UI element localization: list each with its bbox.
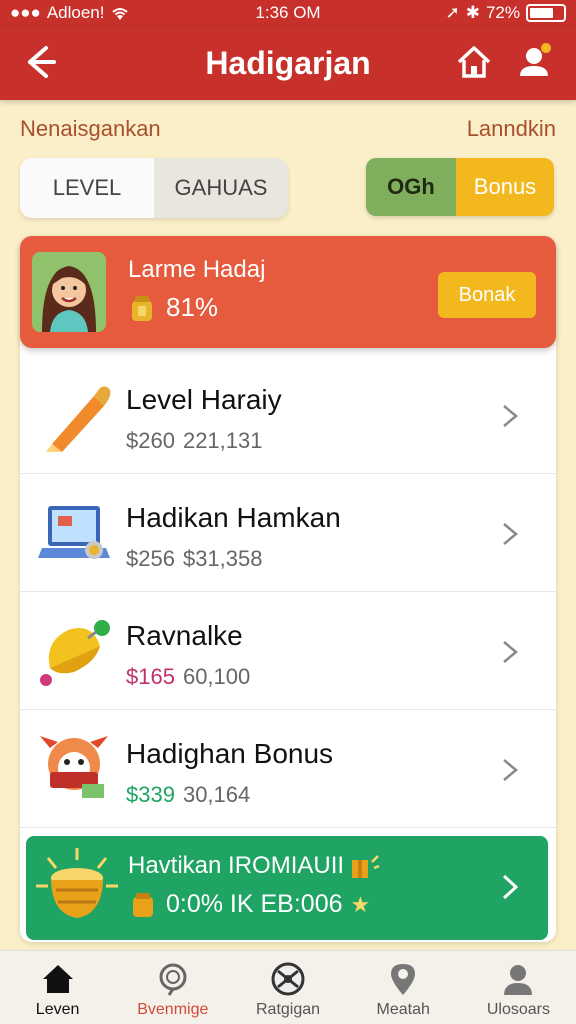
tab-bvenmige[interactable]: Bvenmige bbox=[115, 951, 230, 1024]
promo-title-row: Havtikan IROMIAUII bbox=[128, 852, 380, 880]
tab-label: Leven bbox=[35, 1001, 80, 1018]
treasure-pot-icon bbox=[36, 848, 118, 918]
promo-title: Havtikan IROMIAUII bbox=[128, 852, 345, 879]
chevron-right-icon bbox=[502, 874, 519, 900]
gift-icon bbox=[352, 855, 380, 878]
bell-icon bbox=[40, 620, 110, 686]
list-item[interactable]: Hadighan Bonus $339 30,164 bbox=[20, 710, 556, 828]
battery-percent: 72% bbox=[485, 3, 520, 22]
section-link[interactable]: Lanndkin bbox=[467, 116, 556, 142]
promo-subtitle-row: 0:0% IK EB:006 ★ bbox=[128, 890, 370, 919]
mascot-badge-icon bbox=[40, 736, 108, 798]
tab-label: Ratgigan bbox=[255, 1001, 321, 1018]
chevron-right-icon bbox=[503, 523, 518, 545]
banner-stat-value: 81% bbox=[166, 292, 219, 322]
sparkle-icon: ★ bbox=[350, 891, 371, 917]
item-title: Level Haraiy bbox=[126, 384, 282, 415]
banner-title: Larme Hadaj bbox=[128, 256, 266, 283]
toggle-option-ogh[interactable]: OGh bbox=[366, 158, 456, 216]
item-amount: $31,358 bbox=[182, 546, 263, 571]
back-arrow-icon[interactable] bbox=[20, 42, 60, 82]
user-icon[interactable] bbox=[514, 40, 554, 82]
tab-level[interactable]: LEVEL bbox=[20, 158, 154, 218]
list-item[interactable]: Hadikan Hamkan $256 $31,358 bbox=[20, 474, 556, 592]
item-price: $339 bbox=[126, 782, 175, 807]
list-item[interactable]: Level Haraiy $260 221,131 bbox=[20, 356, 556, 474]
signal-dots-icon: ●●● bbox=[10, 3, 41, 22]
tab-leven[interactable]: Leven bbox=[0, 951, 115, 1024]
coin-jar-icon bbox=[133, 892, 153, 917]
item-subtitle: $339 30,164 bbox=[126, 782, 250, 808]
pencil-icon bbox=[46, 386, 111, 452]
bluetooth-icon: ✱ bbox=[465, 3, 480, 22]
battery-icon bbox=[526, 4, 566, 22]
item-subtitle: $260 221,131 bbox=[126, 428, 262, 454]
mode-toggle: OGh Bonus bbox=[366, 158, 554, 216]
featured-banner[interactable]: Larme Hadaj 81% Bonak bbox=[20, 236, 556, 348]
chevron-right-icon bbox=[503, 641, 518, 663]
chevron-right-icon bbox=[503, 759, 518, 781]
tab-label: Bvenmige bbox=[137, 1001, 209, 1018]
location-pin-icon bbox=[391, 964, 416, 995]
section-header: Nenaisgankan Lanndkin bbox=[20, 116, 556, 142]
item-price: $260 bbox=[126, 428, 175, 453]
toggle-option-bonus[interactable]: Bonus bbox=[456, 158, 554, 216]
home-icon bbox=[42, 965, 73, 993]
banner-bonus-button[interactable]: Bonak bbox=[438, 272, 536, 318]
item-price: $256 bbox=[126, 546, 175, 571]
carrier-label: Adloen! bbox=[46, 3, 105, 22]
laptop-icon bbox=[38, 506, 110, 559]
segmented-control: LEVEL GAHUAS bbox=[20, 158, 288, 218]
item-subtitle: $256 $31,358 bbox=[126, 546, 262, 572]
tab-label: Meatah bbox=[376, 1001, 430, 1018]
bottom-tab-bar: Leven Bvenmige Ratgigan Meatah Ulosoars bbox=[0, 950, 576, 1024]
search-icon bbox=[159, 963, 187, 996]
status-time: 1:36 OM bbox=[255, 3, 321, 22]
home-icon[interactable] bbox=[454, 42, 494, 82]
item-title: Hadighan Bonus bbox=[126, 738, 334, 769]
coin-jar-icon bbox=[132, 295, 152, 321]
section-title: Nenaisgankan bbox=[20, 116, 161, 141]
tab-meatah[interactable]: Meatah bbox=[346, 951, 461, 1024]
battery-fill bbox=[530, 8, 554, 18]
item-amount: 221,131 bbox=[182, 428, 263, 453]
chevron-right-icon bbox=[503, 405, 518, 427]
item-price: $165 bbox=[126, 664, 175, 689]
item-title: Ravnalke bbox=[126, 620, 243, 651]
item-title: Hadikan Hamkan bbox=[126, 502, 341, 533]
status-bar: ●●● Adloen! 1:36 OM ➚ ✱ 72% bbox=[0, 0, 576, 26]
item-amount: 30,164 bbox=[182, 782, 251, 807]
compass-icon bbox=[271, 962, 305, 996]
location-icon: ➚ bbox=[445, 3, 460, 22]
promo-banner[interactable]: Havtikan IROMIAUII 0:0% IK EB:006 ★ bbox=[26, 836, 548, 940]
tab-ratgigan[interactable]: Ratgigan bbox=[230, 951, 345, 1024]
tab-ulosoars[interactable]: Ulosoars bbox=[461, 951, 576, 1024]
item-subtitle: $165 60,100 bbox=[126, 664, 250, 690]
avatar bbox=[32, 252, 106, 332]
list-item[interactable]: Ravnalke $165 60,100 bbox=[20, 592, 556, 710]
item-amount: 60,100 bbox=[182, 664, 251, 689]
promo-subtitle: 0:0% IK EB:006 bbox=[166, 890, 343, 918]
tab-gahuas[interactable]: GAHUAS bbox=[154, 158, 288, 218]
top-nav-bar: Hadigarjan bbox=[0, 26, 576, 100]
wifi-icon bbox=[112, 8, 129, 20]
profile-icon bbox=[504, 965, 533, 995]
tab-label: Ulosoars bbox=[486, 1001, 550, 1018]
